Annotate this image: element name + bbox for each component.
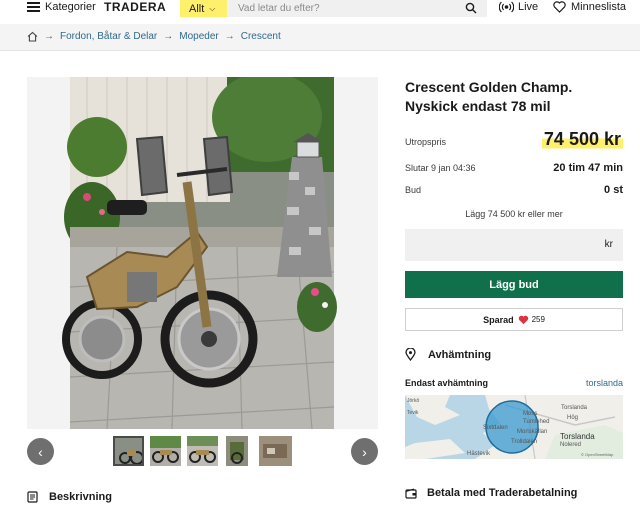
breadcrumb-arrow-icon: → <box>224 31 235 42</box>
heart-filled-icon <box>518 315 528 324</box>
chevron-down-icon: ⌵ <box>209 3 216 13</box>
map-label: Jörkö <box>407 398 420 404</box>
thumbnail-image <box>226 436 248 466</box>
save-count: 259 <box>531 315 545 324</box>
prev-image-button[interactable]: ‹ <box>27 438 54 465</box>
search-scope-label: Allt <box>189 2 205 15</box>
wishlist-label: Minneslista <box>571 1 627 13</box>
save-label: Sparad <box>483 314 514 325</box>
bid-unit-label: kr <box>604 239 613 250</box>
description-heading: Beskrivning <box>27 491 112 503</box>
thumbnail-3[interactable] <box>187 436 218 466</box>
end-time-row: Slutar 9 jan 04:36 20 tim 47 min <box>405 162 623 174</box>
bids-label: Bud <box>405 185 422 195</box>
bid-amount-input[interactable]: kr <box>405 229 623 261</box>
location-pin-icon <box>405 348 416 361</box>
map-label: Torslanda <box>561 405 588 411</box>
bid-hint: Lägg 74 500 kr eller mer <box>465 209 563 219</box>
search-input[interactable]: Vad letar du efter? <box>227 0 487 17</box>
thumbnail-1[interactable] <box>113 436 144 466</box>
bids-count: 0 st <box>604 184 623 196</box>
document-icon <box>27 491 38 503</box>
search-scope-select[interactable]: Allt ⌵ <box>180 0 227 17</box>
map-label: Moss <box>523 411 538 417</box>
only-pickup-label: Endast avhämtning <box>405 378 489 388</box>
save-to-wishlist-button[interactable]: Sparad 259 <box>405 308 623 331</box>
map-label: Nolered <box>560 442 582 448</box>
price-value: 74 500 kr <box>541 129 623 150</box>
thumbnail-4[interactable] <box>226 436 248 466</box>
breadcrumb-item-crescent[interactable]: Crescent <box>241 31 281 42</box>
pickup-row: Endast avhämtning torslanda <box>405 378 623 388</box>
payment-heading-label: Betala med Traderabetalning <box>427 487 578 499</box>
breadcrumb-arrow-icon: → <box>44 31 54 42</box>
categories-label: Kategorier <box>45 1 96 13</box>
top-bar: Kategorier TRADERA Allt ⌵ Vad letar du e… <box>0 0 640 18</box>
thumbnail-image <box>150 436 181 466</box>
thumbnail-2[interactable] <box>150 436 181 466</box>
map-label: Tevik <box>407 410 419 416</box>
tradera-logo[interactable]: TRADERA <box>104 0 166 14</box>
pickup-heading: Avhämtning <box>405 348 491 361</box>
end-time-label: Slutar 9 jan 04:36 <box>405 163 476 173</box>
description-heading-label: Beskrivning <box>49 491 112 503</box>
location-link[interactable]: torslanda <box>586 378 623 388</box>
listing-title: Crescent Golden Champ. Nyskick endast 78… <box>405 79 573 114</box>
home-icon[interactable] <box>27 31 38 42</box>
map-label: Hög <box>567 415 579 421</box>
moped-photo[interactable] <box>27 77 378 429</box>
map-label: Torslanda <box>560 432 595 441</box>
thumbnail-image <box>187 436 218 466</box>
map-label: Sixtdalen <box>483 425 508 431</box>
place-bid-button[interactable]: Lägg bud <box>405 271 623 298</box>
pickup-map[interactable]: Jörkö Tevik Torslanda Hög Moss Tumlehed … <box>405 395 623 459</box>
heart-outline-icon <box>553 1 566 13</box>
main-product-image-frame[interactable] <box>27 77 378 429</box>
map-label: Trolldalen <box>511 439 538 445</box>
live-link[interactable]: Live <box>499 0 538 14</box>
next-image-button[interactable]: › <box>351 438 378 465</box>
price-row: Utropspris 74 500 kr <box>405 129 623 150</box>
map-attribution: © OpenStreetMap <box>581 452 614 457</box>
chevron-left-icon: ‹ <box>38 443 43 460</box>
breadcrumb-item-fordon[interactable]: Fordon, Båtar & Delar <box>60 31 157 42</box>
map-graphic <box>405 395 623 459</box>
breadcrumb-arrow-icon: → <box>163 31 174 42</box>
breadcrumb-bar: → Fordon, Båtar & Delar → Mopeder → Cres… <box>0 24 640 51</box>
thumbnail-image <box>115 438 142 464</box>
thumbnail-image <box>259 436 292 466</box>
live-broadcast-icon <box>499 1 514 13</box>
thumbnail-strip: ‹ › <box>27 436 378 468</box>
search-placeholder: Vad letar du efter? <box>238 3 320 14</box>
bids-row: Bud 0 st <box>405 184 623 196</box>
wishlist-link[interactable]: Minneslista <box>553 0 626 14</box>
payment-heading: Betala med Traderabetalning <box>405 487 577 499</box>
wallet-icon <box>405 488 417 499</box>
live-label: Live <box>518 1 539 13</box>
pickup-heading-label: Avhämtning <box>428 348 492 361</box>
breadcrumb-item-mopeder[interactable]: Mopeder <box>179 31 218 42</box>
categories-menu-button[interactable]: Kategorier <box>27 0 96 14</box>
map-label: Hästevik <box>467 451 491 457</box>
thumbnail-5[interactable] <box>259 436 292 466</box>
search-icon[interactable] <box>465 2 477 14</box>
map-label: Tumlehed <box>523 419 550 425</box>
map-label: Moriskällan <box>517 429 548 435</box>
chevron-right-icon: › <box>362 443 367 460</box>
price-label: Utropspris <box>405 137 447 147</box>
hamburger-icon <box>27 2 40 12</box>
breadcrumb: → Fordon, Båtar & Delar → Mopeder → Cres… <box>27 31 281 42</box>
time-left-value: 20 tim 47 min <box>553 162 623 174</box>
